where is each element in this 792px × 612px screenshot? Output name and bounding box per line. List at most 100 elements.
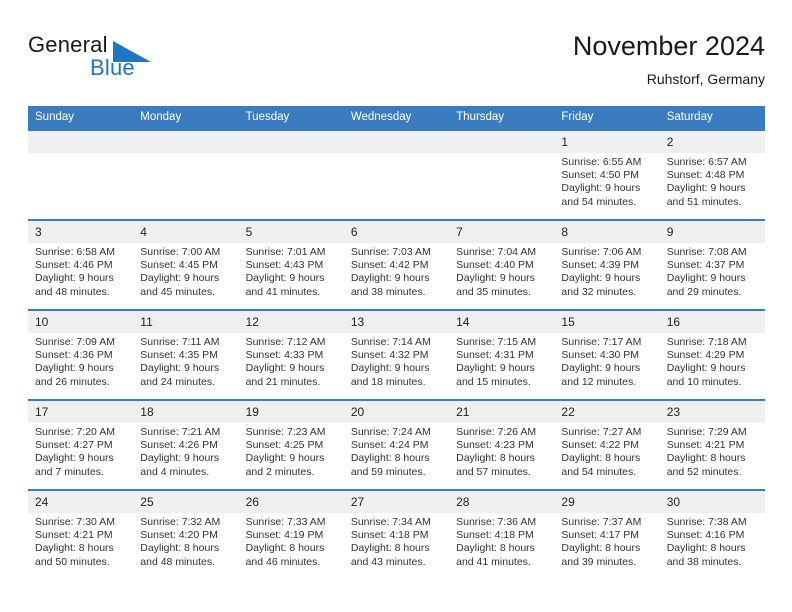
day-number: 23 [659,401,765,423]
daylight-text: Daylight: 8 hours and 39 minutes. [561,542,641,568]
day-sun-info: Sunrise: 7:29 AM Sunset: 4:21 PM Daylight:… [660,423,765,479]
day-number: 27 [343,491,450,513]
calendar-day-cell[interactable]: 23 Sunrise: 7:29 AM Sunset: 4:21 PM Dayligh… [659,399,765,490]
weekday-header-row: Sunday Monday Tuesday Wednesday Thursday Frid… [28,106,765,130]
daylight-text: Daylight: 9 hours and 26 minutes. [35,362,114,388]
calendar-day-cell[interactable]: 18 Sunrise: 7:21 AM Sunset: 4:26 PM Dayligh… [133,399,239,490]
day-sun-info: Sunrise: 7:12 AM Sunset: 4:33 PM Daylight:… [239,333,344,389]
day-sun-info: Sunrise: 7:15 AM Sunset: 4:31 PM Daylight:… [449,333,554,389]
sunset-text: Sunset: 4:35 PM [140,349,218,362]
day-number: 8 [554,221,660,243]
calendar-day-cell[interactable]: 27 Sunrise: 7:34 AM Sunset: 4:18 PM Dayligh… [343,489,450,579]
sunset-text: Sunset: 4:48 PM [666,169,745,182]
calendar-week-row: 3 Sunrise: 6:58 AM Sunset: 4:46 PM Daylight… [28,219,765,310]
calendar-day-cell[interactable]: 20 Sunrise: 7:24 AM Sunset: 4:24 PM Dayligh… [343,399,450,490]
day-sun-info: Sunrise: 7:20 AM Sunset: 4:27 PM Daylight:… [28,423,133,479]
day-sun-info: Sunrise: 7:14 AM Sunset: 4:32 PM Daylight:… [344,333,449,389]
calendar-day-cell[interactable]: 30 Sunrise: 7:38 AM Sunset: 4:16 PM Dayligh… [659,489,765,579]
calendar-day-cell-empty [238,129,344,220]
calendar-day-cell[interactable]: 19 Sunrise: 7:23 AM Sunset: 4:25 PM Dayligh… [238,399,344,490]
calendar-day-cell-empty [28,129,134,220]
daylight-text: Daylight: 9 hours and 15 minutes. [456,362,535,388]
daylight-text: Daylight: 9 hours and 54 minutes. [561,182,641,208]
calendar-day-cell[interactable]: 16 Sunrise: 7:18 AM Sunset: 4:29 PM Dayligh… [659,309,765,400]
calendar-day-cell[interactable]: 10 Sunrise: 7:09 AM Sunset: 4:36 PM Dayligh… [28,309,134,400]
sunrise-text: Sunrise: 7:15 AM [456,336,537,348]
calendar-day-cell[interactable]: 3 Sunrise: 6:58 AM Sunset: 4:46 PM Daylight… [28,219,134,310]
sunset-text: Sunset: 4:17 PM [561,529,640,542]
logo[interactable]: General Blue [28,32,258,92]
calendar-day-cell[interactable]: 29 Sunrise: 7:37 AM Sunset: 4:17 PM Dayligh… [554,489,660,579]
day-number: 9 [659,221,765,243]
day-sun-info: Sunrise: 7:17 AM Sunset: 4:30 PM Daylight:… [554,333,659,389]
sunset-text: Sunset: 4:18 PM [456,529,534,542]
sunset-text: Sunset: 4:50 PM [561,169,640,182]
sunrise-text: Sunrise: 7:11 AM [140,336,220,348]
sunrise-text: Sunrise: 7:04 AM [456,246,537,258]
calendar-day-cell[interactable]: 12 Sunrise: 7:12 AM Sunset: 4:33 PM Dayligh… [238,309,344,400]
sunrise-text: Sunrise: 7:06 AM [561,246,642,258]
calendar-day-cell[interactable]: 24 Sunrise: 7:30 AM Sunset: 4:21 PM Dayligh… [28,489,134,579]
day-number: 22 [554,401,660,423]
day-number: 3 [28,221,134,243]
day-sun-info: Sunrise: 7:36 AM Sunset: 4:18 PM Daylight:… [449,513,554,569]
day-number: 14 [449,311,555,333]
sunset-text: Sunset: 4:18 PM [350,529,429,542]
calendar-day-cell[interactable]: 14 Sunrise: 7:15 AM Sunset: 4:31 PM Dayligh… [449,309,555,400]
sunrise-text: Sunrise: 7:34 AM [350,516,431,528]
day-number: 11 [133,311,239,333]
day-sun-info: Sunrise: 6:57 AM Sunset: 4:48 PM Daylight:… [660,153,765,209]
calendar-week-row: 17 Sunrise: 7:20 AM Sunset: 4:27 PM Dayligh… [28,399,765,490]
page-title: November 2024 [572,31,765,61]
sunrise-text: Sunrise: 7:12 AM [245,336,326,348]
calendar-day-cell[interactable]: 21 Sunrise: 7:26 AM Sunset: 4:23 PM Dayligh… [449,399,555,490]
calendar-week-row: 10 Sunrise: 7:09 AM Sunset: 4:36 PM Dayligh… [28,309,765,400]
daylight-text: Daylight: 8 hours and 54 minutes. [561,452,641,478]
daylight-text: Daylight: 9 hours and 18 minutes. [350,362,430,388]
weekday-header-friday: Friday [554,106,660,130]
sunset-text: Sunset: 4:16 PM [666,529,745,542]
weekday-header-tuesday: Tuesday [238,106,344,130]
day-sun-info: Sunrise: 7:04 AM Sunset: 4:40 PM Daylight:… [449,243,554,299]
day-sun-info: Sunrise: 7:37 AM Sunset: 4:17 PM Daylight:… [554,513,659,569]
day-sun-info: Sunrise: 7:18 AM Sunset: 4:29 PM Daylight:… [660,333,765,389]
calendar-grid: Sunday Monday Tuesday Wednesday Thursday Frid… [28,106,765,579]
calendar-day-cell[interactable]: 7 Sunrise: 7:04 AM Sunset: 4:40 PM Daylight… [449,219,555,310]
daylight-text: Daylight: 9 hours and 2 minutes. [245,452,325,478]
calendar-day-cell[interactable]: 4 Sunrise: 7:00 AM Sunset: 4:45 PM Daylight… [133,219,239,310]
day-sun-info: Sunrise: 7:34 AM Sunset: 4:18 PM Daylight:… [344,513,449,569]
weekday-header-sunday: Sunday [28,106,134,130]
calendar-day-cell[interactable]: 5 Sunrise: 7:01 AM Sunset: 4:43 PM Daylight… [238,219,344,310]
calendar-day-cell[interactable]: 9 Sunrise: 7:08 AM Sunset: 4:37 PM Daylight… [659,219,765,310]
weekday-header-wednesday: Wednesday [343,106,450,130]
day-number: 13 [343,311,450,333]
sunrise-text: Sunrise: 7:24 AM [350,426,431,438]
sunrise-text: Sunrise: 7:26 AM [456,426,537,438]
calendar-day-cell[interactable]: 28 Sunrise: 7:36 AM Sunset: 4:18 PM Dayligh… [449,489,555,579]
sunrise-text: Sunrise: 7:27 AM [561,426,642,438]
calendar-day-cell[interactable]: 1 Sunrise: 6:55 AM Sunset: 4:50 PM Daylight… [554,129,660,220]
calendar-day-cell[interactable]: 15 Sunrise: 7:17 AM Sunset: 4:30 PM Dayligh… [554,309,660,400]
daylight-text: Daylight: 9 hours and 10 minutes. [666,362,746,388]
day-number: 16 [659,311,765,333]
calendar-day-cell[interactable]: 22 Sunrise: 7:27 AM Sunset: 4:22 PM Dayligh… [554,399,660,490]
calendar-day-cell[interactable]: 11 Sunrise: 7:11 AM Sunset: 4:35 PM Dayligh… [133,309,239,400]
calendar-day-cell[interactable]: 26 Sunrise: 7:33 AM Sunset: 4:19 PM Dayligh… [238,489,344,579]
day-number [133,131,239,153]
calendar-day-cell[interactable]: 13 Sunrise: 7:14 AM Sunset: 4:32 PM Dayligh… [343,309,450,400]
day-sun-info: Sunrise: 7:26 AM Sunset: 4:23 PM Daylight:… [449,423,554,479]
calendar-day-cell[interactable]: 2 Sunrise: 6:57 AM Sunset: 4:48 PM Daylight… [659,129,765,220]
sunset-text: Sunset: 4:26 PM [140,439,218,452]
sunrise-text: Sunrise: 7:36 AM [456,516,537,528]
calendar-day-cell[interactable]: 25 Sunrise: 7:32 AM Sunset: 4:20 PM Dayligh… [133,489,239,579]
calendar-day-cell[interactable]: 17 Sunrise: 7:20 AM Sunset: 4:27 PM Dayligh… [28,399,134,490]
sunset-text: Sunset: 4:21 PM [666,439,745,452]
daylight-text: Daylight: 8 hours and 43 minutes. [350,542,430,568]
day-sun-info: Sunrise: 7:01 AM Sunset: 4:43 PM Daylight:… [239,243,344,299]
day-sun-info: Sunrise: 7:21 AM Sunset: 4:26 PM Daylight:… [133,423,238,479]
daylight-text: Daylight: 8 hours and 50 minutes. [35,542,114,568]
daylight-text: Daylight: 9 hours and 12 minutes. [561,362,641,388]
calendar-day-cell[interactable]: 8 Sunrise: 7:06 AM Sunset: 4:39 PM Daylight… [554,219,660,310]
day-number: 26 [238,491,344,513]
calendar-day-cell[interactable]: 6 Sunrise: 7:03 AM Sunset: 4:42 PM Daylight… [343,219,450,310]
